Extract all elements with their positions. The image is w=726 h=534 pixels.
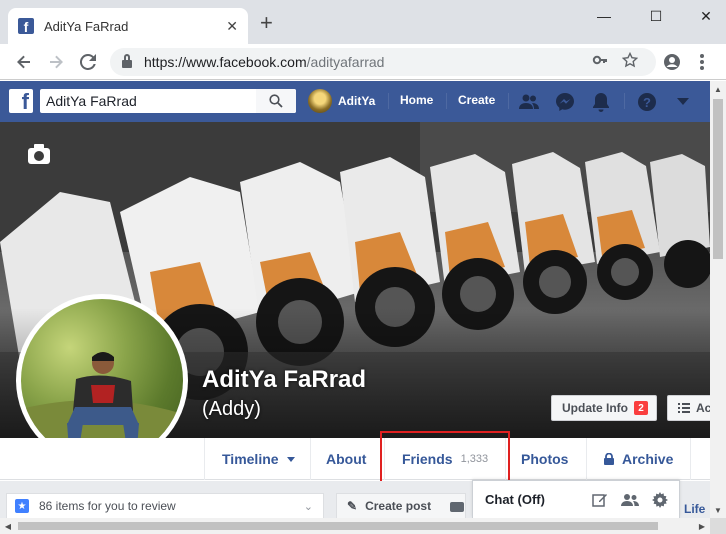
menu-kebab-icon[interactable] xyxy=(690,50,714,74)
list-icon xyxy=(678,403,690,413)
url-field[interactable]: https://www.facebook.com/adityafarrad xyxy=(110,48,656,76)
bookmark-star-icon[interactable] xyxy=(621,51,639,72)
nav-divider xyxy=(508,93,509,109)
create-post-button[interactable]: ✎ Create post xyxy=(336,493,466,519)
nav-divider xyxy=(204,438,205,480)
life-event-link[interactable]: Life xyxy=(684,502,705,516)
vertical-scroll-thumb[interactable] xyxy=(713,99,723,259)
profile-name: AditYa FaRrad xyxy=(202,366,367,393)
update-info-button[interactable]: Update Info 2 xyxy=(551,395,657,421)
scroll-down-arrow-icon[interactable]: ▼ xyxy=(710,502,726,518)
account-icon[interactable] xyxy=(660,50,684,74)
new-tab-button[interactable]: + xyxy=(260,12,273,34)
review-items-bar[interactable]: ★ 86 items for you to review ⌄ xyxy=(6,493,324,519)
pencil-icon: ✎ xyxy=(347,499,358,513)
update-info-label: Update Info xyxy=(562,401,628,415)
tab-about[interactable]: About xyxy=(326,438,366,480)
scroll-right-arrow-icon[interactable]: ▶ xyxy=(694,518,710,534)
camera-icon[interactable] xyxy=(28,144,50,164)
scroll-left-arrow-icon[interactable]: ◀ xyxy=(0,518,16,534)
create-post-label: Create post xyxy=(365,499,432,513)
tab-timeline-label: Timeline xyxy=(222,451,279,467)
url-host: https://www.facebook.com xyxy=(144,54,307,70)
chat-title: Chat (Off) xyxy=(485,492,545,507)
chat-bar[interactable]: Chat (Off) xyxy=(472,480,680,518)
profile-picture-image xyxy=(21,299,183,461)
help-question-icon[interactable]: ? xyxy=(636,91,658,113)
compose-message-icon[interactable] xyxy=(589,491,611,509)
browser-tab-strip: f AditYa FaRrad ✕ + — ☐ ✕ xyxy=(0,0,726,44)
vertical-scrollbar[interactable]: ▲ ▼ xyxy=(710,81,726,518)
horizontal-scroll-thumb[interactable] xyxy=(18,522,658,530)
nav-divider xyxy=(690,438,691,480)
nav-divider xyxy=(446,93,447,109)
group-chat-icon[interactable] xyxy=(619,491,641,509)
key-icon[interactable] xyxy=(592,52,608,72)
account-dropdown-icon[interactable] xyxy=(672,91,694,113)
address-bar: https://www.facebook.com/adityafarrad xyxy=(0,44,726,80)
svg-text:?: ? xyxy=(643,95,651,110)
tab-photos[interactable]: Photos xyxy=(521,438,568,480)
profile-person-illustration xyxy=(21,352,183,461)
maximize-button[interactable]: ☐ xyxy=(636,4,676,28)
chevron-down-icon[interactable]: ⌄ xyxy=(304,500,313,513)
create-link[interactable]: Create xyxy=(458,93,495,107)
scroll-up-arrow-icon[interactable]: ▲ xyxy=(710,81,726,97)
facebook-logo-icon[interactable]: f xyxy=(9,89,33,113)
facebook-favicon-icon: f xyxy=(18,18,34,34)
tab-archive[interactable]: Archive xyxy=(604,438,673,480)
reload-icon[interactable] xyxy=(76,50,100,74)
back-arrow-icon[interactable] xyxy=(12,50,36,74)
user-profile-link[interactable]: AditYa xyxy=(308,89,375,113)
star-icon: ★ xyxy=(15,499,29,513)
tab-timeline[interactable]: Timeline xyxy=(222,438,295,480)
nav-divider xyxy=(310,438,311,480)
profile-nickname: (Addy) xyxy=(202,398,261,420)
update-info-badge: 2 xyxy=(634,401,648,415)
scrollbar-corner xyxy=(710,518,726,534)
tab-title: AditYa FaRrad xyxy=(44,18,129,34)
profile-nav-bar: Timeline About Friends 1,333 Photos Arch… xyxy=(0,438,710,480)
forward-arrow-icon[interactable] xyxy=(44,50,68,74)
avatar xyxy=(308,89,332,113)
user-name: AditYa xyxy=(338,94,376,108)
nav-divider xyxy=(388,93,389,109)
nav-divider xyxy=(586,438,587,480)
friend-requests-icon[interactable] xyxy=(518,91,540,113)
nav-divider xyxy=(624,93,625,109)
horizontal-scrollbar[interactable]: ◀ ▶ xyxy=(0,518,710,534)
tab-archive-label: Archive xyxy=(622,451,674,467)
lock-icon xyxy=(604,453,614,465)
facebook-top-bar: f AditYa Home Create ? xyxy=(0,81,710,122)
tab-close-icon[interactable]: ✕ xyxy=(226,18,238,35)
notifications-bell-icon[interactable] xyxy=(590,91,612,113)
url-text: https://www.facebook.com/adityafarrad xyxy=(144,54,384,70)
caret-down-icon xyxy=(286,456,295,462)
url-path: /adityafarrad xyxy=(306,54,385,70)
lock-icon xyxy=(122,54,132,68)
gear-icon[interactable] xyxy=(649,491,671,509)
window-close-button[interactable]: ✕ xyxy=(686,4,726,28)
messenger-icon[interactable] xyxy=(554,91,576,113)
minimize-button[interactable]: — xyxy=(584,4,624,28)
search-icon[interactable] xyxy=(256,89,296,113)
home-link[interactable]: Home xyxy=(400,93,433,107)
photo-camera-icon[interactable] xyxy=(450,502,464,512)
review-text: 86 items for you to review xyxy=(39,499,176,513)
browser-tab[interactable]: f AditYa FaRrad ✕ xyxy=(8,8,248,44)
